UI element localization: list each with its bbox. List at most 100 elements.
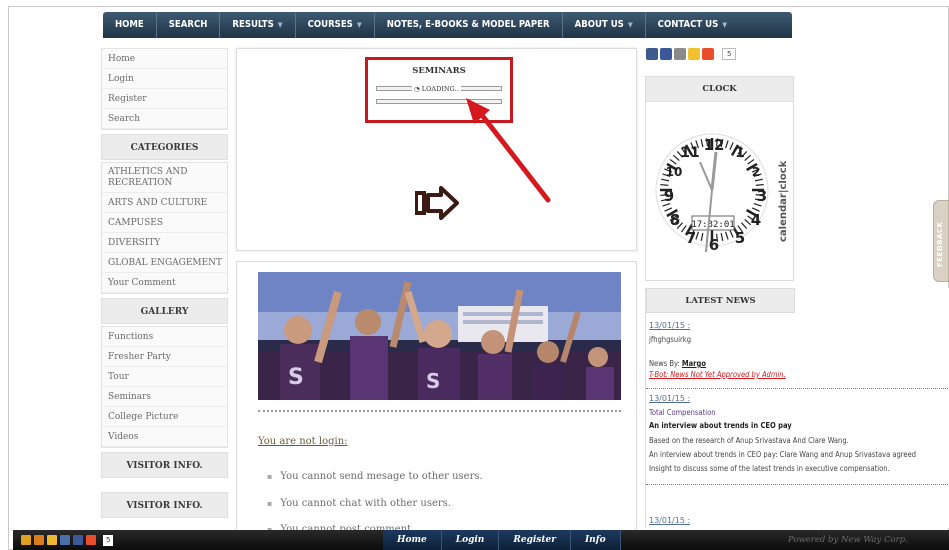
clock-number: 3	[757, 187, 767, 205]
facebook-icon[interactable]	[73, 535, 83, 545]
nav-about[interactable]: ABOUT US ▼	[563, 12, 646, 38]
facebook-icon[interactable]	[660, 48, 672, 60]
bottom-link-info[interactable]: Info	[570, 530, 621, 550]
nav-contact[interactable]: CONTACT US ▼	[646, 12, 739, 38]
clock-brand: calendar|clock	[778, 160, 789, 242]
print-icon[interactable]	[674, 48, 686, 60]
bottom-link-login[interactable]: Login	[441, 530, 500, 550]
news-date[interactable]: 13/01/15 :	[646, 321, 690, 330]
clock-number: 2	[752, 165, 760, 179]
feedback-tab[interactable]: FEEDBACK	[933, 200, 949, 282]
nav-about-label: ABOUT US	[574, 19, 624, 30]
bottom-links: Home Login Register Info	[383, 530, 621, 550]
clock-tick	[755, 183, 764, 186]
news-text: jfhghgsuirkg	[649, 335, 692, 344]
seminars-title: SEMINARS	[412, 66, 466, 76]
share-count: 5	[722, 48, 737, 60]
clock-number: 9	[664, 187, 674, 205]
nav-results[interactable]: RESULTS ▼	[220, 12, 296, 38]
gallery-college-picture[interactable]: College Picture	[102, 407, 227, 427]
loading-spinner-icon: ◔	[414, 85, 420, 93]
news-date[interactable]: 13/01/15 :	[646, 394, 690, 403]
category-global[interactable]: GLOBAL ENGAGEMENT	[102, 253, 227, 273]
news-title[interactable]: Total Compensation	[649, 408, 715, 417]
seminars-panel: SEMINARS ◔ LOADING..	[236, 48, 637, 251]
visitor-info-heading-2: VISITOR INFO.	[101, 492, 228, 518]
clock-number: 5	[735, 229, 745, 247]
news-by: News By: Margo	[649, 359, 706, 368]
clock-number: 10	[666, 165, 683, 179]
categories-heading: CATEGORIES	[101, 134, 228, 160]
news-headline: An interview about trends in CEO pay	[649, 421, 792, 430]
feedback-label: FEEDBACK	[936, 221, 944, 267]
sidebar-item-home[interactable]: Home	[102, 49, 227, 69]
nav-home-label: HOME	[115, 19, 144, 30]
clock-number: 4	[751, 211, 761, 229]
latest-news-heading: LATEST NEWS	[646, 288, 795, 313]
sidebar-item-register[interactable]: Register	[102, 89, 227, 109]
loading-text: LOADING..	[421, 85, 459, 93]
bottom-share-count: 5	[103, 534, 114, 546]
loading-label: ◔ LOADING..	[412, 85, 461, 93]
share-plus-icon[interactable]	[702, 48, 714, 60]
category-comment[interactable]: Your Comment	[102, 273, 227, 293]
bottom-share-icons: 5	[21, 534, 114, 546]
favorite-icon[interactable]	[47, 535, 57, 545]
bottom-link-register[interactable]: Register	[499, 530, 571, 550]
clock-number: 6	[709, 236, 719, 254]
nav-home[interactable]: HOME	[103, 12, 157, 38]
bottom-link-home[interactable]: Home	[383, 530, 442, 550]
gallery-functions[interactable]: Functions	[102, 327, 227, 347]
email-icon[interactable]	[60, 535, 70, 545]
dropdown-caret-icon: ▼	[277, 21, 283, 29]
news-line: Insight to discuss some of the latest tr…	[649, 464, 890, 473]
gallery-fresher-party[interactable]: Fresher Party	[102, 347, 227, 367]
sidebar-links: Home Login Register Search	[101, 48, 228, 130]
gallery-seminars[interactable]: Seminars	[102, 387, 227, 407]
email-icon[interactable]	[646, 48, 658, 60]
clock-number: 8	[670, 211, 680, 229]
dotted-divider	[258, 410, 621, 412]
login-notice-panel: S S You are not login: You cannot send m…	[236, 261, 637, 532]
next-arrow-icon[interactable]	[415, 185, 461, 221]
dropdown-caret-icon: ▼	[627, 21, 633, 29]
clock-heading: CLOCK	[646, 77, 793, 102]
annotation-arrow-icon	[466, 98, 551, 203]
clock-panel: CLOCK 12 1 2 3 4 5 6 7 8 9 10 11 17:32:0…	[645, 76, 794, 281]
dropdown-caret-icon: ▼	[722, 21, 728, 29]
blogger-icon[interactable]	[34, 535, 44, 545]
analog-clock-icon: 12 1 2 3 4 5 6 7 8 9 10 11 17:32:01 cale…	[655, 133, 789, 254]
news-date[interactable]: 13/01/15 :	[646, 516, 690, 525]
nav-search[interactable]: SEARCH	[157, 12, 221, 38]
visitor-info-heading: VISITOR INFO.	[101, 452, 228, 478]
social-share-row: 5	[646, 48, 737, 60]
nav-courses[interactable]: COURSES ▼	[296, 12, 375, 38]
sidebar-item-search[interactable]: Search	[102, 109, 227, 129]
powered-by: Powered by New Way Corp.	[788, 535, 908, 545]
clock-number: 12	[704, 136, 725, 154]
gallery-tour[interactable]: Tour	[102, 367, 227, 387]
sidebar-item-login[interactable]: Login	[102, 69, 227, 89]
news-author-link[interactable]: Margo	[682, 359, 706, 368]
clock-number: 7	[686, 229, 696, 247]
gallery-videos[interactable]: Videos	[102, 427, 227, 447]
nav-courses-label: COURSES	[307, 19, 353, 30]
approval-notice[interactable]: T-Bot: News Not Yet Approved by Admin.	[649, 370, 786, 379]
news-divider	[646, 484, 949, 485]
bottom-toolbar: 5 Home Login Register Info Powered by Ne…	[13, 530, 949, 550]
clock-number: 11	[680, 145, 699, 161]
category-diversity[interactable]: DIVERSITY	[102, 233, 227, 253]
latest-news-panel: LATEST NEWS 13/01/15 : jfhghgsuirkg News…	[645, 288, 949, 528]
nav-notes[interactable]: NOTES, E-BOOKS & MODEL PAPER	[375, 12, 563, 38]
category-arts[interactable]: ARTS AND CULTURE	[102, 193, 227, 213]
bookmark-icon[interactable]	[21, 535, 31, 545]
students-cheering-photo: S S	[258, 272, 621, 400]
nav-search-label: SEARCH	[168, 19, 208, 30]
favorite-icon[interactable]	[688, 48, 700, 60]
category-campuses[interactable]: CAMPUSES	[102, 213, 227, 233]
share-plus-icon[interactable]	[86, 535, 96, 545]
clock-number: 1	[735, 145, 745, 161]
category-athletics[interactable]: ATHLETICS AND RECREATION	[102, 163, 227, 193]
digital-time: 17:32:01	[691, 220, 734, 230]
notice-item: You cannot chat with other users.	[267, 498, 451, 509]
